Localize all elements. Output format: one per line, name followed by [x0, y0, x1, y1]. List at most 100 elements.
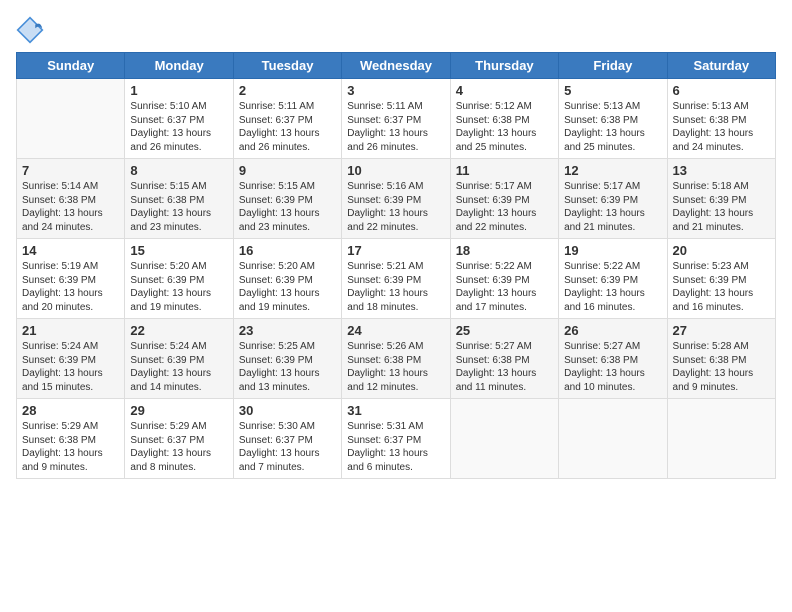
- calendar-cell: [667, 399, 775, 479]
- day-header-sunday: Sunday: [17, 53, 125, 79]
- day-number: 10: [347, 163, 444, 178]
- day-number: 29: [130, 403, 227, 418]
- day-info: Sunrise: 5:27 AM Sunset: 6:38 PM Dayligh…: [564, 340, 661, 394]
- calendar-cell: 27 Sunrise: 5:28 AM Sunset: 6:38 PM Dayli…: [667, 319, 775, 399]
- calendar-cell: 9 Sunrise: 5:15 AM Sunset: 6:39 PM Daylig…: [233, 159, 341, 239]
- calendar-cell: 22Sunrise: 5:24 AM Sunset: 6:39 PM Dayli…: [125, 319, 233, 399]
- day-number: 27: [673, 323, 770, 338]
- day-info: Sunrise: 5:11 AM Sunset: 6:37 PM Dayligh…: [239, 100, 336, 154]
- day-info: Sunrise: 5:26 AM Sunset: 6:38 PM Dayligh…: [347, 340, 444, 394]
- calendar-week-3: 14Sunrise: 5:19 AM Sunset: 6:39 PM Dayli…: [17, 239, 776, 319]
- calendar-cell: 25Sunrise: 5:27 AM Sunset: 6:38 PM Dayli…: [450, 319, 558, 399]
- day-number: 12: [564, 163, 661, 178]
- day-info: Sunrise: 5:23 AM Sunset: 6:39 PM Dayligh…: [673, 260, 770, 314]
- day-info: Sunrise: 5:17 AM Sunset: 6:39 PM Dayligh…: [564, 180, 661, 234]
- day-info: Sunrise: 5:27 AM Sunset: 6:38 PM Dayligh…: [456, 340, 553, 394]
- day-info: Sunrise: 5:30 AM Sunset: 6:37 PM Dayligh…: [239, 420, 336, 474]
- calendar-cell: 31 Sunrise: 5:31 AM Sunset: 6:37 PM Dayli…: [342, 399, 450, 479]
- day-number: 8: [130, 163, 227, 178]
- calendar-cell: 11 Sunrise: 5:17 AM Sunset: 6:39 PM Dayli…: [450, 159, 558, 239]
- calendar-cell: 26Sunrise: 5:27 AM Sunset: 6:38 PM Dayli…: [559, 319, 667, 399]
- calendar-cell: 10 Sunrise: 5:16 AM Sunset: 6:39 PM Dayli…: [342, 159, 450, 239]
- day-info: Sunrise: 5:25 AM Sunset: 6:39 PM Dayligh…: [239, 340, 336, 394]
- day-info: Sunrise: 5:24 AM Sunset: 6:39 PM Dayligh…: [22, 340, 119, 394]
- day-number: 5: [564, 83, 661, 98]
- calendar-cell: [559, 399, 667, 479]
- day-info: Sunrise: 5:17 AM Sunset: 6:39 PM Dayligh…: [456, 180, 553, 234]
- day-info: Sunrise: 5:21 AM Sunset: 6:39 PM Dayligh…: [347, 260, 444, 314]
- day-info: Sunrise: 5:16 AM Sunset: 6:39 PM Dayligh…: [347, 180, 444, 234]
- day-number: 31: [347, 403, 444, 418]
- calendar-cell: 3 Sunrise: 5:11 AM Sunset: 6:37 PM Daylig…: [342, 79, 450, 159]
- calendar-cell: [450, 399, 558, 479]
- calendar-week-2: 7 Sunrise: 5:14 AM Sunset: 6:38 PM Daylig…: [17, 159, 776, 239]
- calendar-cell: 20 Sunrise: 5:23 AM Sunset: 6:39 PM Dayli…: [667, 239, 775, 319]
- calendar-cell: 8 Sunrise: 5:15 AM Sunset: 6:38 PM Daylig…: [125, 159, 233, 239]
- calendar-cell: 24 Sunrise: 5:26 AM Sunset: 6:38 PM Dayli…: [342, 319, 450, 399]
- day-number: 28: [22, 403, 119, 418]
- day-info: Sunrise: 5:11 AM Sunset: 6:37 PM Dayligh…: [347, 100, 444, 154]
- calendar-cell: [17, 79, 125, 159]
- day-info: Sunrise: 5:22 AM Sunset: 6:39 PM Dayligh…: [456, 260, 553, 314]
- day-number: 6: [673, 83, 770, 98]
- day-number: 30: [239, 403, 336, 418]
- calendar-cell: 4Sunrise: 5:12 AM Sunset: 6:38 PM Daylig…: [450, 79, 558, 159]
- calendar-cell: 12 Sunrise: 5:17 AM Sunset: 6:39 PM Dayli…: [559, 159, 667, 239]
- day-header-friday: Friday: [559, 53, 667, 79]
- logo: [16, 16, 48, 44]
- calendar-cell: 19Sunrise: 5:22 AM Sunset: 6:39 PM Dayli…: [559, 239, 667, 319]
- day-info: Sunrise: 5:15 AM Sunset: 6:38 PM Dayligh…: [130, 180, 227, 234]
- day-info: Sunrise: 5:18 AM Sunset: 6:39 PM Dayligh…: [673, 180, 770, 234]
- calendar-week-5: 28 Sunrise: 5:29 AM Sunset: 6:38 PM Dayli…: [17, 399, 776, 479]
- day-info: Sunrise: 5:20 AM Sunset: 6:39 PM Dayligh…: [239, 260, 336, 314]
- calendar-cell: 30 Sunrise: 5:30 AM Sunset: 6:37 PM Dayli…: [233, 399, 341, 479]
- day-header-tuesday: Tuesday: [233, 53, 341, 79]
- calendar-body: 1Sunrise: 5:10 AM Sunset: 6:37 PM Daylig…: [17, 79, 776, 479]
- calendar-cell: 16 Sunrise: 5:20 AM Sunset: 6:39 PM Dayli…: [233, 239, 341, 319]
- calendar-cell: 13Sunrise: 5:18 AM Sunset: 6:39 PM Dayli…: [667, 159, 775, 239]
- calendar-cell: 15 Sunrise: 5:20 AM Sunset: 6:39 PM Dayli…: [125, 239, 233, 319]
- day-number: 16: [239, 243, 336, 258]
- day-number: 21: [22, 323, 119, 338]
- day-info: Sunrise: 5:20 AM Sunset: 6:39 PM Dayligh…: [130, 260, 227, 314]
- day-info: Sunrise: 5:14 AM Sunset: 6:38 PM Dayligh…: [22, 180, 119, 234]
- calendar-cell: 28 Sunrise: 5:29 AM Sunset: 6:38 PM Dayli…: [17, 399, 125, 479]
- day-info: Sunrise: 5:28 AM Sunset: 6:38 PM Dayligh…: [673, 340, 770, 394]
- calendar-cell: 29 Sunrise: 5:29 AM Sunset: 6:37 PM Dayli…: [125, 399, 233, 479]
- calendar-cell: 14Sunrise: 5:19 AM Sunset: 6:39 PM Dayli…: [17, 239, 125, 319]
- day-info: Sunrise: 5:29 AM Sunset: 6:37 PM Dayligh…: [130, 420, 227, 474]
- calendar-table: SundayMondayTuesdayWednesdayThursdayFrid…: [16, 52, 776, 479]
- calendar-cell: 2 Sunrise: 5:11 AM Sunset: 6:37 PM Daylig…: [233, 79, 341, 159]
- day-number: 18: [456, 243, 553, 258]
- logo-icon: [16, 16, 44, 44]
- calendar-header: SundayMondayTuesdayWednesdayThursdayFrid…: [17, 53, 776, 79]
- day-info: Sunrise: 5:31 AM Sunset: 6:37 PM Dayligh…: [347, 420, 444, 474]
- day-info: Sunrise: 5:15 AM Sunset: 6:39 PM Dayligh…: [239, 180, 336, 234]
- day-number: 24: [347, 323, 444, 338]
- calendar-cell: 6 Sunrise: 5:13 AM Sunset: 6:38 PM Daylig…: [667, 79, 775, 159]
- day-number: 19: [564, 243, 661, 258]
- day-number: 2: [239, 83, 336, 98]
- day-number: 23: [239, 323, 336, 338]
- day-number: 7: [22, 163, 119, 178]
- header: [16, 16, 776, 44]
- calendar-cell: 5 Sunrise: 5:13 AM Sunset: 6:38 PM Daylig…: [559, 79, 667, 159]
- day-number: 3: [347, 83, 444, 98]
- days-header-row: SundayMondayTuesdayWednesdayThursdayFrid…: [17, 53, 776, 79]
- calendar-cell: 17Sunrise: 5:21 AM Sunset: 6:39 PM Dayli…: [342, 239, 450, 319]
- day-info: Sunrise: 5:19 AM Sunset: 6:39 PM Dayligh…: [22, 260, 119, 314]
- day-header-thursday: Thursday: [450, 53, 558, 79]
- day-number: 11: [456, 163, 553, 178]
- day-info: Sunrise: 5:10 AM Sunset: 6:37 PM Dayligh…: [130, 100, 227, 154]
- day-number: 9: [239, 163, 336, 178]
- day-header-wednesday: Wednesday: [342, 53, 450, 79]
- calendar-week-4: 21 Sunrise: 5:24 AM Sunset: 6:39 PM Dayli…: [17, 319, 776, 399]
- day-number: 15: [130, 243, 227, 258]
- calendar-cell: 18 Sunrise: 5:22 AM Sunset: 6:39 PM Dayli…: [450, 239, 558, 319]
- day-info: Sunrise: 5:13 AM Sunset: 6:38 PM Dayligh…: [564, 100, 661, 154]
- day-info: Sunrise: 5:24 AM Sunset: 6:39 PM Dayligh…: [130, 340, 227, 394]
- day-number: 20: [673, 243, 770, 258]
- day-info: Sunrise: 5:13 AM Sunset: 6:38 PM Dayligh…: [673, 100, 770, 154]
- calendar-week-1: 1Sunrise: 5:10 AM Sunset: 6:37 PM Daylig…: [17, 79, 776, 159]
- day-info: Sunrise: 5:29 AM Sunset: 6:38 PM Dayligh…: [22, 420, 119, 474]
